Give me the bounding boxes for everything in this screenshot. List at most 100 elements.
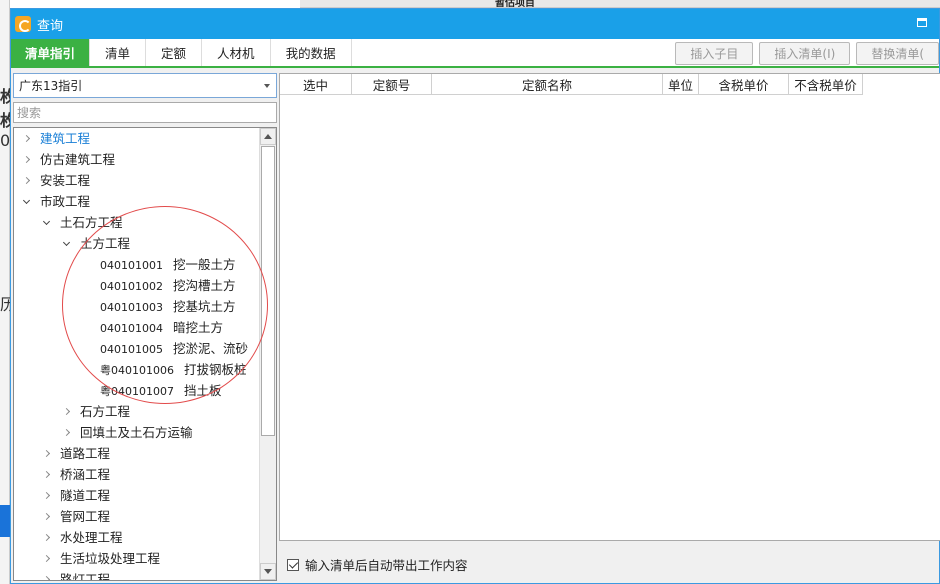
tree-node[interactable]: 回填土及土石方运输 <box>14 422 259 443</box>
background-selected-bar <box>0 505 10 537</box>
chevron-down-icon[interactable] <box>40 212 52 233</box>
tree-leaf-label: 暗挖土方 <box>173 320 224 335</box>
tree-leaf-label: 挡土板 <box>184 383 222 398</box>
left-panel: 广东13指引 建筑工程仿古建筑工程安装工程市政工程土石方工程土方工程 040101… <box>13 73 277 583</box>
chevron-down-icon[interactable] <box>60 233 72 254</box>
tree-node-label: 隧道工程 <box>60 488 111 503</box>
background-glyph: 枚 <box>0 88 10 106</box>
tab-labor-material-machine[interactable]: 人材机 <box>202 39 271 66</box>
chevron-down-icon[interactable] <box>264 84 270 88</box>
tree-leaf-item[interactable]: 040101002 挖沟槽土方 <box>14 275 259 296</box>
tree-node-label: 石方工程 <box>80 404 131 419</box>
tree-leaf-label: 挖一般土方 <box>173 257 236 272</box>
tab-list[interactable]: 清单 <box>90 39 147 66</box>
tree-node[interactable]: 水处理工程 <box>14 527 259 548</box>
tree-node-label: 建筑工程 <box>40 131 91 146</box>
tree-node[interactable]: 建筑工程 <box>14 128 259 149</box>
tree-leaf-code: 040101005 <box>100 343 163 356</box>
tree-node[interactable]: 道路工程 <box>14 443 259 464</box>
tree-leaf-item[interactable]: 粤040101007 挡土板 <box>14 380 259 401</box>
tree-node-label: 道路工程 <box>60 446 111 461</box>
chevron-right-icon[interactable] <box>20 149 32 170</box>
chevron-right-icon[interactable] <box>60 401 72 422</box>
column-header-unit[interactable]: 单位 <box>663 74 699 95</box>
scroll-down-icon[interactable] <box>260 563 276 580</box>
tree-leaf-code: 040101004 <box>100 322 163 335</box>
background-glyph: 0 <box>0 132 10 150</box>
tree-node[interactable]: 市政工程 <box>14 191 259 212</box>
background-glyph: 枚 <box>0 112 10 130</box>
scroll-thumb[interactable] <box>261 146 275 436</box>
tree-node-label: 回填土及土石方运输 <box>80 425 193 440</box>
tree-node-label: 仿古建筑工程 <box>40 152 116 167</box>
tree-node-label: 安装工程 <box>40 173 91 188</box>
toolbar: 插入子目 插入清单(I) 替换清单( <box>675 42 939 65</box>
chevron-right-icon[interactable] <box>40 464 52 485</box>
tree-node[interactable]: 土方工程 <box>14 233 259 254</box>
insert-child-button[interactable]: 插入子目 <box>675 42 754 65</box>
chevron-right-icon[interactable] <box>40 527 52 548</box>
insert-list-button[interactable]: 插入清单(I) <box>759 42 851 65</box>
tree-leaf-code: 040101002 <box>100 280 163 293</box>
replace-list-button[interactable]: 替换清单( <box>856 42 939 65</box>
tree-node-label: 管网工程 <box>60 509 111 524</box>
chevron-right-icon[interactable] <box>20 128 32 149</box>
auto-work-content-checkbox[interactable] <box>287 558 299 571</box>
column-header-quota-name[interactable]: 定额名称 <box>432 74 663 95</box>
tree-leaf-label: 打拔钢板桩 <box>184 362 247 377</box>
tab-my-data[interactable]: 我的数据 <box>271 39 352 66</box>
maximize-icon[interactable] <box>917 18 927 27</box>
window-title: 查询 <box>37 18 64 34</box>
chevron-right-icon[interactable] <box>40 569 52 580</box>
tree-node[interactable]: 仿古建筑工程 <box>14 149 259 170</box>
column-header-select[interactable]: 选中 <box>280 74 352 95</box>
tree-leaf-code: 040101001 <box>100 259 163 272</box>
tree-node[interactable]: 隧道工程 <box>14 485 259 506</box>
tree-leaf-label: 挖沟槽土方 <box>173 278 236 293</box>
scroll-up-icon[interactable] <box>260 128 276 145</box>
footer: 输入清单后自动带出工作内容 <box>287 555 468 574</box>
background-header: 暂估项目 <box>300 0 940 8</box>
tree-node-label: 生活垃圾处理工程 <box>60 551 161 566</box>
tree-leaf-item[interactable]: 粤040101006 打拔钢板桩 <box>14 359 259 380</box>
title-bar[interactable]: 查询 <box>11 9 939 39</box>
tree-leaf-code: 040101003 <box>100 301 163 314</box>
search-input[interactable] <box>13 102 277 123</box>
tree-node[interactable]: 安装工程 <box>14 170 259 191</box>
guide-select[interactable]: 广东13指引 <box>13 73 277 98</box>
tree-node[interactable]: 桥涵工程 <box>14 464 259 485</box>
tree-node-label: 市政工程 <box>40 194 91 209</box>
auto-work-content-label: 输入清单后自动带出工作内容 <box>305 558 468 573</box>
tree-node[interactable]: 管网工程 <box>14 506 259 527</box>
tab-list-guide[interactable]: 清单指引 <box>11 39 91 66</box>
column-header-quota-code[interactable]: 定额号 <box>352 74 432 95</box>
tree-node[interactable]: 土石方工程 <box>14 212 259 233</box>
chevron-right-icon[interactable] <box>40 548 52 569</box>
chevron-right-icon[interactable] <box>40 485 52 506</box>
tree-node[interactable]: 生活垃圾处理工程 <box>14 548 259 569</box>
chevron-right-icon[interactable] <box>20 170 32 191</box>
tree-leaf-item[interactable]: 040101005 挖淤泥、流砂 <box>14 338 259 359</box>
tree-node[interactable]: 石方工程 <box>14 401 259 422</box>
chevron-right-icon[interactable] <box>40 443 52 464</box>
tree-node-label: 土方工程 <box>80 236 131 251</box>
column-header-price-excl-tax[interactable]: 不含税单价 <box>789 74 863 95</box>
guide-select-value: 广东13指引 <box>19 79 83 93</box>
tree-node-label: 水处理工程 <box>60 530 123 545</box>
tab-bar: 清单指引 清单 定额 人材机 我的数据 插入子目 插入清单(I) 替换清单( <box>11 39 939 68</box>
chevron-right-icon[interactable] <box>60 422 72 443</box>
background-left-strip: 枚 枚 0 历 <box>0 0 10 584</box>
tree-leaf-item[interactable]: 040101004 暗挖土方 <box>14 317 259 338</box>
tree-node[interactable]: 路灯工程 <box>14 569 259 580</box>
column-header-price-incl-tax[interactable]: 含税单价 <box>699 74 789 95</box>
tab-quota[interactable]: 定额 <box>146 39 203 66</box>
tree-leaf-item[interactable]: 040101003 挖基坑土方 <box>14 296 259 317</box>
tree-node-label: 土石方工程 <box>60 215 123 230</box>
chevron-down-icon[interactable] <box>20 191 32 212</box>
chevron-right-icon[interactable] <box>40 506 52 527</box>
tree-leaf-item[interactable]: 040101001 挖一般土方 <box>14 254 259 275</box>
tree-list: 建筑工程仿古建筑工程 安装工程市政工程土石方工程土方工程 040101001 挖一般土… <box>14 128 259 580</box>
tree-scrollbar[interactable] <box>259 128 276 580</box>
tree-leaf-label: 挖基坑土方 <box>173 299 236 314</box>
tree-leaf-code: 粤040101006 <box>100 364 174 377</box>
